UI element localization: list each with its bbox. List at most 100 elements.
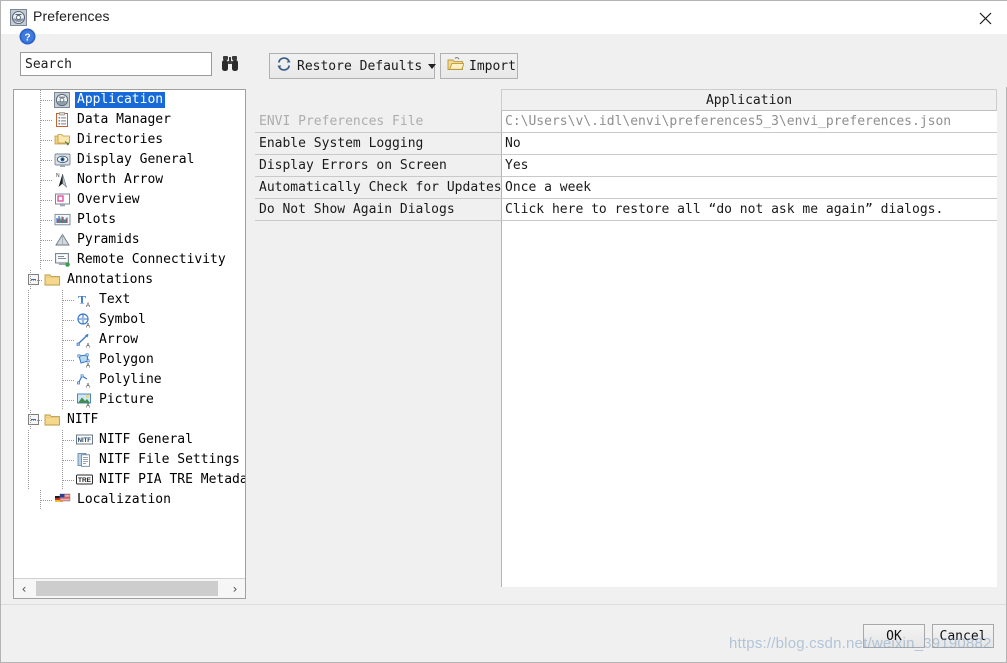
tree-item-label: Annotations: [67, 272, 154, 287]
preferences-tree-panel: Application Data Manager Directories Displa…: [13, 89, 246, 599]
tree-item-remote-connectivity[interactable]: Remote Connectivity: [14, 250, 245, 270]
import-button[interactable]: Import: [440, 53, 518, 79]
preference-row: Display Errors on Screen Yes: [255, 155, 997, 177]
tree-item-plots[interactable]: Plots: [14, 210, 245, 230]
tree-connector-line: [41, 160, 52, 161]
tree-connector-line: [40, 110, 41, 130]
dialog-footer: [1, 604, 1006, 662]
tree-item-overview[interactable]: Overview: [14, 190, 245, 210]
scroll-left-arrow-icon[interactable]: ‹: [14, 579, 34, 598]
svg-text:A: A: [86, 364, 90, 369]
tree-connector-line: [28, 330, 29, 350]
preference-value[interactable]: Once a week: [501, 177, 997, 199]
tree-item-polyline[interactable]: A Polyline: [14, 370, 245, 390]
tree-connector-line: [40, 250, 41, 270]
search-input[interactable]: [20, 52, 212, 76]
tree-connector-line: [63, 300, 74, 301]
tree-connector-line: [28, 350, 29, 370]
overview-icon: [54, 192, 71, 208]
svg-text:N: N: [56, 173, 60, 179]
polygon-annotation-icon: A: [76, 352, 93, 370]
tree-item-nitf-file-settings[interactable]: NITF File Settings: [14, 450, 245, 470]
scrollbar-thumb[interactable]: [36, 581, 218, 596]
tree-item-label: Overview: [77, 192, 140, 207]
tree-item-picture[interactable]: A Picture: [14, 390, 245, 410]
tree-connector-line: [62, 390, 63, 410]
tree-item-text[interactable]: T A Text: [14, 290, 245, 310]
preference-row: ENVI Preferences File C:\Users\v\.idl\env…: [255, 111, 997, 133]
tree-item-localization[interactable]: Localization: [14, 490, 245, 510]
tree-item-annotations[interactable]: Annotations: [14, 270, 245, 290]
tree-item-label: Symbol: [99, 312, 146, 327]
tree-item-nitf-general[interactable]: NITF NITF General: [14, 430, 245, 450]
tree-item-label: North Arrow: [77, 172, 164, 187]
cancel-button[interactable]: Cancel: [932, 624, 994, 648]
folder-icon: [44, 272, 61, 288]
preference-value[interactable]: Yes: [501, 155, 997, 177]
tree-item-label: Localization: [77, 492, 171, 507]
tree-connector-line: [40, 170, 41, 190]
tree-connector-line: [62, 450, 63, 470]
refresh-icon: [276, 57, 292, 75]
restore-defaults-button[interactable]: Restore Defaults: [269, 53, 437, 79]
restore-defaults-label: Restore Defaults: [297, 58, 423, 74]
folders-icon: [54, 132, 71, 148]
tree-item-nitf[interactable]: NITF: [14, 410, 245, 430]
chevron-down-icon[interactable]: [428, 63, 437, 69]
tree-connector-line: [40, 210, 41, 230]
tree-item-label: Text: [99, 292, 131, 307]
tree-connector-line: [28, 470, 29, 490]
tree-connector-line: [41, 140, 52, 141]
clipboard-icon: [54, 112, 71, 128]
tree-item-polygon[interactable]: A Polygon: [14, 350, 245, 370]
preferences-dialog: Preferences Restore Defaul: [0, 0, 1007, 663]
eye-monitor-icon: [54, 152, 71, 168]
tree-item-label: Polyline: [99, 372, 162, 387]
close-button[interactable]: [963, 1, 1007, 33]
preferences-tree[interactable]: Application Data Manager Directories Displa…: [14, 90, 245, 577]
svg-text:A: A: [86, 404, 90, 409]
tree-connector-line: [40, 190, 41, 210]
tree-connector-line: [63, 360, 74, 361]
tree-connector-line: [62, 430, 63, 450]
tree-item-label: Polygon: [99, 352, 154, 367]
remote-monitor-icon: [54, 252, 71, 268]
help-circle-icon[interactable]: ?: [19, 28, 36, 45]
tree-connector-line: [62, 310, 63, 330]
tree-item-north-arrow[interactable]: N North Arrow: [14, 170, 245, 190]
tree-item-label: Plots: [77, 212, 117, 227]
tree-connector-line: [40, 490, 41, 510]
folder-icon: [44, 412, 61, 428]
picture-annotation-icon: A: [76, 392, 93, 410]
preference-value[interactable]: No: [501, 133, 997, 155]
tree-item-label: Remote Connectivity: [77, 252, 226, 267]
tree-item-application[interactable]: Application: [14, 90, 245, 110]
svg-text:NITF: NITF: [78, 438, 92, 444]
tree-item-symbol[interactable]: A Symbol: [14, 310, 245, 330]
tree-connector-line: [28, 390, 29, 410]
tree-item-arrow[interactable]: A Arrow: [14, 330, 245, 350]
preference-value[interactable]: Click here to restore all “do not ask me…: [501, 199, 997, 221]
binoculars-icon[interactable]: [220, 55, 240, 73]
tree-item-nitf-pia-tre-metadata[interactable]: TRE NITF PIA TRE Metadata: [14, 470, 245, 490]
tree-connector-line: [63, 380, 74, 381]
tree-item-pyramids[interactable]: Pyramids: [14, 230, 245, 250]
tree-connector-line: [63, 460, 74, 461]
scroll-right-arrow-icon[interactable]: ›: [225, 579, 245, 598]
tree-item-display-general[interactable]: Display General: [14, 150, 245, 170]
tree-connector-line: [41, 240, 52, 241]
tree-connector-line: [40, 230, 41, 250]
tree-connector-line: [63, 400, 74, 401]
tree-item-directories[interactable]: Directories: [14, 130, 245, 150]
envi-app-icon: [54, 92, 71, 108]
tree-horizontal-scrollbar[interactable]: ‹ ›: [14, 578, 245, 598]
symbol-annotation-icon: A: [76, 312, 93, 330]
svg-text:A: A: [86, 324, 90, 329]
tree-item-data-manager[interactable]: Data Manager: [14, 110, 245, 130]
tree-connector-line: [63, 340, 74, 341]
preference-key: Enable System Logging: [255, 133, 501, 155]
ok-button[interactable]: OK: [863, 624, 925, 648]
preference-key: Do Not Show Again Dialogs: [255, 199, 501, 221]
polyline-annotation-icon: A: [76, 372, 93, 390]
tree-item-label: Application: [75, 92, 166, 108]
